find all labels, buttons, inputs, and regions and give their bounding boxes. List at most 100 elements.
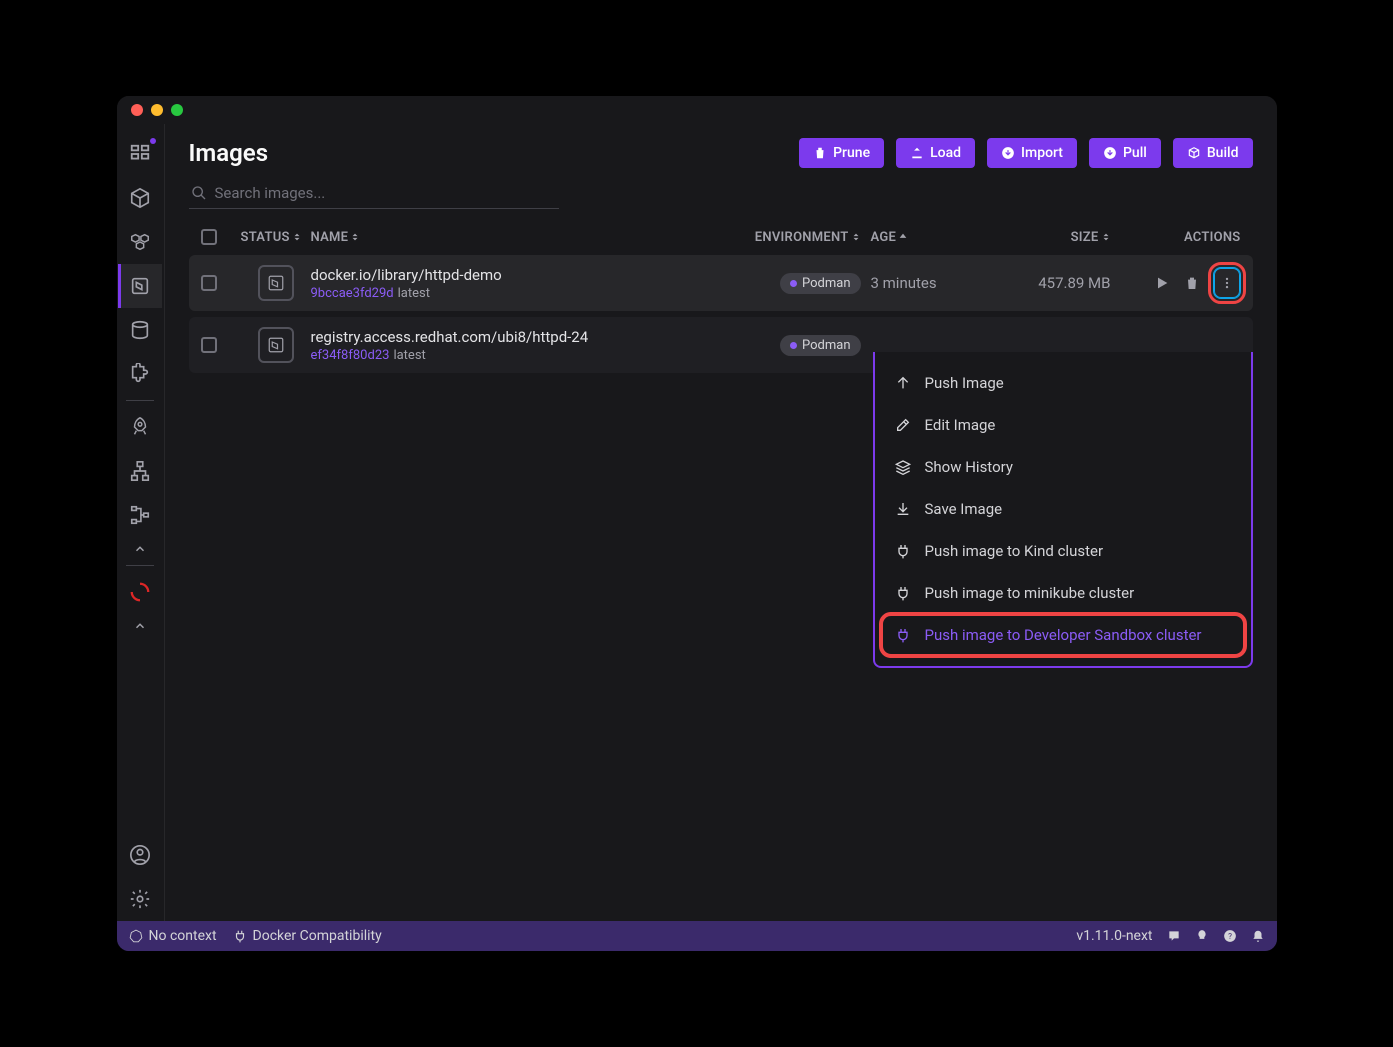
search-box[interactable]	[189, 178, 559, 209]
menu-push-image[interactable]: Push Image	[875, 362, 1251, 404]
sidebar-settings[interactable]	[118, 877, 162, 921]
status-feedback[interactable]	[1167, 929, 1181, 943]
sidebar-collapse-up[interactable]	[118, 537, 162, 561]
menu-push-kind[interactable]: Push image to Kind cluster	[875, 530, 1251, 572]
plug-icon	[895, 543, 911, 559]
svg-text:?: ?	[1228, 931, 1232, 941]
menu-edit-image[interactable]: Edit Image	[875, 404, 1251, 446]
status-docker-compat[interactable]: Docker Compatibility	[233, 928, 382, 944]
menu-show-history[interactable]: Show History	[875, 446, 1251, 488]
window-close-icon[interactable]	[131, 104, 143, 116]
search-input[interactable]	[215, 184, 557, 202]
trash-icon	[1184, 275, 1200, 291]
status-notifications[interactable]	[1251, 929, 1265, 943]
row-checkbox[interactable]	[201, 275, 217, 291]
sidebar-images[interactable]	[118, 264, 162, 308]
more-actions-button[interactable]	[1213, 267, 1241, 299]
load-button[interactable]: Load	[896, 138, 975, 168]
image-name: docker.io/library/httpd-demo	[311, 266, 741, 284]
sort-icon	[851, 232, 861, 242]
table-header: STATUS NAME ENVIRONMENT AGE SIZE ACTIONS	[189, 219, 1253, 255]
menu-save-image[interactable]: Save Image	[875, 488, 1251, 530]
load-label: Load	[930, 145, 961, 161]
image-layers-icon	[267, 274, 285, 292]
sidebar-separator	[126, 400, 154, 401]
col-status[interactable]: STATUS	[241, 230, 311, 245]
sidebar-extensions[interactable]	[118, 352, 162, 396]
statusbar: No context Docker Compatibility v1.11.0-…	[117, 921, 1277, 951]
prune-label: Prune	[833, 145, 870, 161]
window-maximize-icon[interactable]	[171, 104, 183, 116]
play-button[interactable]	[1153, 274, 1171, 292]
menu-push-minikube[interactable]: Push image to minikube cluster	[875, 572, 1251, 614]
plug-icon	[895, 627, 911, 643]
search-icon	[191, 185, 207, 201]
lightbulb-icon	[1195, 929, 1209, 943]
puzzle-icon	[129, 363, 151, 385]
chevron-up-icon	[133, 619, 147, 633]
sidebar-pods[interactable]	[118, 220, 162, 264]
tree-icon	[129, 504, 151, 526]
image-hash: 9bccae3fd29d	[311, 286, 394, 301]
menu-push-sandbox[interactable]: Push image to Developer Sandbox cluster	[881, 614, 1245, 656]
sidebar-rocket[interactable]	[118, 405, 162, 449]
image-name-cell[interactable]: docker.io/library/httpd-demo 9bccae3fd29…	[311, 266, 741, 301]
image-tag: latest	[393, 348, 425, 363]
cube-icon	[1187, 146, 1201, 160]
help-icon: ?	[1223, 929, 1237, 943]
page-title: Images	[189, 139, 788, 167]
search-row	[165, 174, 1277, 219]
gear-icon	[129, 888, 151, 910]
status-context[interactable]: No context	[129, 928, 217, 944]
layers-icon	[895, 459, 911, 475]
sidebar-account[interactable]	[118, 833, 162, 877]
import-button[interactable]: Import	[987, 138, 1077, 168]
image-name-cell[interactable]: registry.access.redhat.com/ubi8/httpd-24…	[311, 328, 741, 363]
environment-badge: Podman	[780, 335, 861, 356]
age-value: 3 minutes	[861, 274, 981, 292]
sidebar-containers[interactable]	[118, 176, 162, 220]
prune-button[interactable]: Prune	[799, 138, 884, 168]
titlebar	[117, 96, 1277, 124]
sort-icon	[350, 232, 360, 242]
cubes-icon	[129, 231, 151, 253]
sidebar-volumes[interactable]	[118, 308, 162, 352]
upload-icon	[910, 146, 924, 160]
image-tag: latest	[398, 286, 430, 301]
col-actions: ACTIONS	[1111, 230, 1241, 245]
sidebar-loading[interactable]	[118, 570, 162, 614]
cube-icon	[129, 187, 151, 209]
pull-button[interactable]: Pull	[1089, 138, 1161, 168]
delete-button[interactable]	[1183, 274, 1201, 292]
window-minimize-icon[interactable]	[151, 104, 163, 116]
sidebar	[117, 124, 165, 921]
play-icon	[1154, 275, 1170, 291]
pull-label: Pull	[1123, 145, 1147, 161]
select-all-checkbox[interactable]	[201, 229, 217, 245]
sidebar-tree[interactable]	[118, 493, 162, 537]
status-version[interactable]: v1.11.0-next	[1076, 928, 1152, 944]
sidebar-collapse-up-2[interactable]	[118, 614, 162, 638]
build-button[interactable]: Build	[1173, 138, 1253, 168]
kubernetes-icon	[129, 929, 143, 943]
status-hint[interactable]	[1195, 929, 1209, 943]
col-age[interactable]: AGE	[861, 230, 981, 245]
col-environment[interactable]: ENVIRONMENT	[741, 230, 861, 245]
sidebar-dashboard[interactable]	[118, 132, 162, 176]
plug-icon	[895, 585, 911, 601]
status-badge	[258, 265, 294, 301]
table-row[interactable]: docker.io/library/httpd-demo 9bccae3fd29…	[189, 255, 1253, 311]
network-icon	[129, 460, 151, 482]
col-size[interactable]: SIZE	[981, 230, 1111, 245]
user-icon	[129, 844, 151, 866]
sidebar-network[interactable]	[118, 449, 162, 493]
image-hash: ef34f8f80d23	[311, 348, 390, 363]
row-checkbox[interactable]	[201, 337, 217, 353]
image-name: registry.access.redhat.com/ubi8/httpd-24	[311, 328, 741, 346]
trash-icon	[813, 146, 827, 160]
col-name[interactable]: NAME	[311, 230, 741, 245]
dashboard-icon	[129, 143, 151, 165]
rocket-icon	[129, 416, 151, 438]
status-help[interactable]: ?	[1223, 929, 1237, 943]
edit-icon	[895, 417, 911, 433]
